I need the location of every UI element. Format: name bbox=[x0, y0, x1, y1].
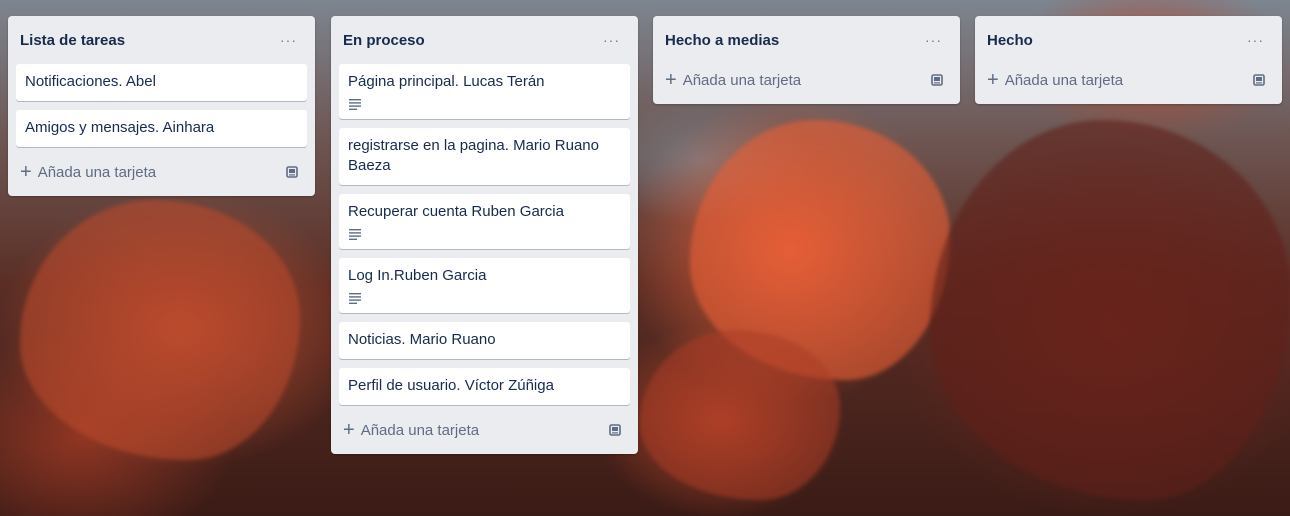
description-icon bbox=[348, 292, 362, 304]
plus-icon: + bbox=[343, 419, 355, 441]
card[interactable]: Recuperar cuenta Ruben Garcia bbox=[339, 194, 630, 249]
card-title: Perfil de usuario. Víctor Zúñiga bbox=[348, 377, 554, 394]
list-header: Lista de tareas ··· bbox=[16, 16, 307, 64]
add-card-label: Añada una tarjeta bbox=[37, 163, 157, 181]
list-title[interactable]: Lista de tareas bbox=[20, 32, 125, 49]
more-dots-icon[interactable]: ··· bbox=[1241, 28, 1270, 52]
more-dots-icon[interactable]: ··· bbox=[919, 28, 948, 52]
list-title[interactable]: Hecho bbox=[987, 32, 1033, 49]
card[interactable]: Notificaciones. Abel bbox=[16, 64, 307, 101]
list-0: Lista de tareas ··· Notificaciones. Abel Am… bbox=[8, 16, 315, 196]
card-template-icon[interactable] bbox=[930, 73, 944, 87]
more-dots-icon[interactable]: ··· bbox=[274, 28, 303, 52]
add-card-label-group: + Añada una tarjeta bbox=[665, 70, 801, 90]
card[interactable]: Amigos y mensajes. Ainhara bbox=[16, 110, 307, 147]
list-header: Hecho ··· bbox=[983, 16, 1274, 64]
card-title: Noticias. Mario Ruano bbox=[348, 331, 496, 348]
card-title: Página principal. Lucas Terán bbox=[348, 73, 545, 90]
more-dots-icon[interactable]: ··· bbox=[597, 28, 626, 52]
list-2: Hecho a medias ··· + Añada una tarjeta bbox=[653, 16, 960, 104]
card-template-icon[interactable] bbox=[285, 165, 299, 179]
card-template-icon[interactable] bbox=[1252, 73, 1266, 87]
list-header: Hecho a medias ··· bbox=[661, 16, 952, 64]
plus-icon: + bbox=[987, 69, 999, 91]
list-1: En proceso ··· Página principal. Lucas Ter… bbox=[331, 16, 638, 454]
card[interactable]: registrarse en la pagina. Mario Ruano Ba… bbox=[339, 128, 630, 185]
add-card-label-group: + Añada una tarjeta bbox=[987, 70, 1123, 90]
rock-decoration bbox=[20, 200, 300, 460]
rock-decoration bbox=[930, 120, 1290, 500]
card-title: Amigos y mensajes. Ainhara bbox=[25, 119, 215, 136]
card[interactable]: Página principal. Lucas Terán bbox=[339, 64, 630, 119]
add-card-button[interactable]: + Añada una tarjeta bbox=[339, 414, 630, 446]
add-card-button[interactable]: + Añada una tarjeta bbox=[661, 64, 952, 96]
card[interactable]: Perfil de usuario. Víctor Zúñiga bbox=[339, 368, 630, 405]
add-card-label: Añada una tarjeta bbox=[682, 71, 802, 89]
list-header: En proceso ··· bbox=[339, 16, 630, 64]
add-card-label-group: + Añada una tarjeta bbox=[343, 420, 479, 440]
description-icon bbox=[348, 98, 362, 110]
card-title: registrarse en la pagina. Mario Ruano Ba… bbox=[348, 137, 599, 174]
card[interactable]: Noticias. Mario Ruano bbox=[339, 322, 630, 359]
card-title: Notificaciones. Abel bbox=[25, 73, 156, 90]
plus-icon: + bbox=[665, 69, 677, 91]
rock-decoration bbox=[640, 330, 840, 500]
add-card-label: Añada una tarjeta bbox=[1004, 71, 1124, 89]
card-title: Log In.Ruben Garcia bbox=[348, 267, 487, 284]
add-card-label: Añada una tarjeta bbox=[360, 421, 480, 439]
add-card-button[interactable]: + Añada una tarjeta bbox=[983, 64, 1274, 96]
add-card-label-group: + Añada una tarjeta bbox=[20, 162, 156, 182]
card-title: Recuperar cuenta Ruben Garcia bbox=[348, 203, 564, 220]
plus-icon: + bbox=[20, 161, 32, 183]
card-template-icon[interactable] bbox=[608, 423, 622, 437]
description-icon bbox=[348, 228, 362, 240]
card[interactable]: Log In.Ruben Garcia bbox=[339, 258, 630, 313]
list-title[interactable]: En proceso bbox=[343, 32, 425, 49]
list-3: Hecho ··· + Añada una tarjeta bbox=[975, 16, 1282, 104]
list-title[interactable]: Hecho a medias bbox=[665, 32, 779, 49]
add-card-button[interactable]: + Añada una tarjeta bbox=[16, 156, 307, 188]
